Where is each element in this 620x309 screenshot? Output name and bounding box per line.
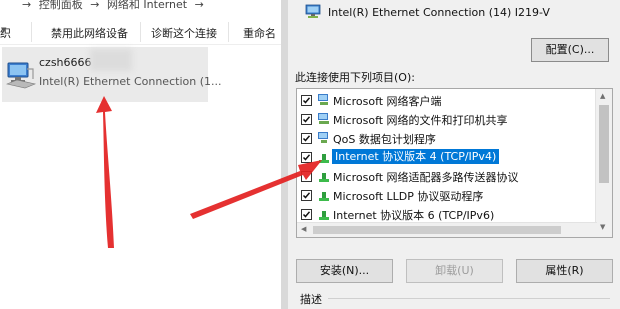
breadcrumb-network-internet[interactable]: 网络和 Internet [107,0,187,11]
component-label: Internet 协议版本 6 (TCP/IPv6) [333,209,495,222]
adapter-name: czsh6666 [39,56,92,69]
connect-using-adapter: Intel(R) Ethernet Connection (14) I219-V [328,6,550,19]
component-checkbox[interactable] [301,114,312,125]
checkmark-icon [302,211,311,218]
scroll-left-icon[interactable]: ◀ [301,225,306,233]
component-checkbox[interactable] [301,133,312,144]
chevron-down-icon: ▼ [1,26,7,34]
horizontal-scrollbar[interactable]: ◀ [297,222,597,237]
checkmark-icon [302,154,311,161]
rename-button[interactable]: 重命名 [243,25,276,41]
breadcrumb-control-panel[interactable]: 控制面板 [39,0,83,11]
adapter-description: Intel(R) Ethernet Connection (1... [39,75,222,88]
component-checkbox[interactable] [301,171,312,182]
network-connections-window: → 控制面板 → 网络和 Internet → 织 ▼ 禁用此网络设备 诊断这个… [0,0,281,309]
breadcrumb-sep: → [194,0,204,11]
component-checkbox[interactable] [301,209,312,220]
scroll-down-icon[interactable]: ▼ [600,223,605,231]
component-label: Microsoft 网络客户端 [333,95,442,108]
ethernet-adapter-icon [5,62,37,89]
qos-icon [317,131,331,145]
divider [31,22,32,42]
protocol-icon [317,207,331,221]
component-row[interactable]: Internet 协议版本 4 (TCP/IPv4) [297,148,602,167]
scrollbar-thumb[interactable] [599,105,609,183]
description-groupbox-line [328,298,610,299]
breadcrumb-sep: → [90,0,100,11]
scroll-up-icon[interactable]: ▲ [600,92,605,100]
component-row[interactable]: QoS 数据包计划程序 [297,129,602,148]
component-row[interactable]: Microsoft 网络客户端 [297,91,602,110]
checkmark-icon [302,135,311,142]
uninstall-button[interactable]: 卸载(U) [406,259,503,283]
checkmark-icon [302,116,311,123]
vertical-scrollbar[interactable]: ▲ ▼ [595,89,612,237]
hscrollbar-thumb[interactable] [313,226,561,234]
configure-button[interactable]: 配置(C)... [531,38,609,62]
protocol-icon [317,188,331,202]
network-client-icon [317,93,331,107]
disable-device-button[interactable]: 禁用此网络设备 [51,25,128,41]
component-checkbox[interactable] [301,190,312,201]
component-label: Microsoft LLDP 协议驱动程序 [333,190,484,203]
divider [228,22,229,42]
breadcrumb-sep: → [22,0,32,11]
checkmark-icon [302,192,311,199]
redacted-area [90,49,132,71]
description-label: 描述 [300,293,322,306]
breadcrumb[interactable]: → 控制面板 → 网络和 Internet → [22,0,208,12]
diagnose-connection-button[interactable]: 诊断这个连接 [151,25,217,41]
component-row[interactable]: Microsoft 网络适配器多路传送器协议 [297,167,602,186]
component-checkbox[interactable] [301,152,312,163]
items-list-label: 此连接使用下列项目(O): [295,71,415,84]
network-adapter-icon [305,4,321,18]
divider [140,22,141,42]
component-label: Microsoft 网络的文件和打印机共享 [333,114,508,127]
ethernet-properties-dialog: Intel(R) Ethernet Connection (14) I219-V… [288,0,620,309]
component-checkbox[interactable] [301,95,312,106]
install-button[interactable]: 安装(N)... [296,259,393,283]
component-label: Microsoft 网络适配器多路传送器协议 [333,171,519,184]
properties-button[interactable]: 属性(R) [516,259,613,283]
component-row[interactable]: Microsoft LLDP 协议驱动程序 [297,186,602,205]
window-divider [281,0,288,309]
protocol-icon [317,150,331,164]
checkmark-icon [302,97,311,104]
components-list[interactable]: Microsoft 网络客户端 Microsoft 网络的文件和打印机共享 QoS … [296,88,613,238]
component-label: QoS 数据包计划程序 [333,133,436,146]
component-label: Internet 协议版本 4 (TCP/IPv4) [330,148,501,165]
ethernet-adapter-item[interactable]: czsh6666 Intel(R) Ethernet Connection (1… [2,47,221,102]
protocol-icon [317,169,331,183]
command-bar: 织 ▼ 禁用此网络设备 诊断这个连接 重命名 [0,18,281,45]
component-row[interactable]: Microsoft 网络的文件和打印机共享 [297,110,602,129]
file-share-icon [317,112,331,126]
